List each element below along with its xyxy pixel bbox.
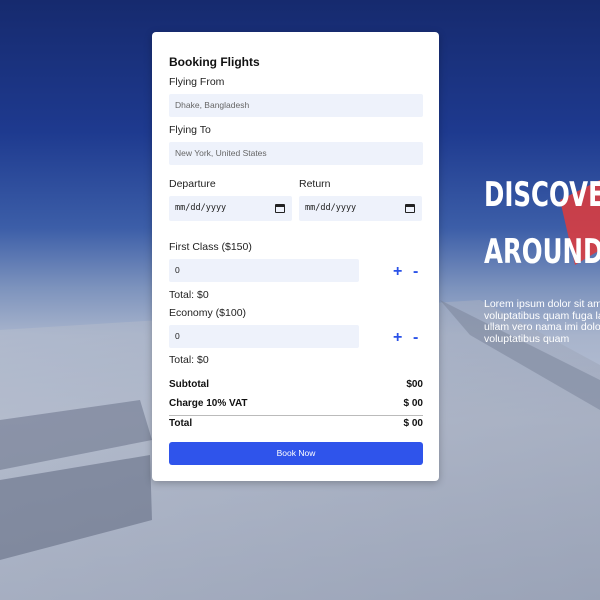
calendar-icon[interactable] xyxy=(405,204,415,213)
departure-label: Departure xyxy=(169,178,216,190)
subtotal-value: $00 xyxy=(406,379,423,390)
departure-date-input[interactable]: mm/dd/yyyy xyxy=(169,196,292,221)
hero-heading-line-1: DISCOVER xyxy=(484,175,600,215)
flying-to-input[interactable]: New York, United States xyxy=(169,142,423,165)
total-row: Total $ 00 xyxy=(169,418,423,429)
booking-card: Booking Flights Flying From Dhake, Bangl… xyxy=(152,32,439,481)
flying-from-label: Flying From xyxy=(169,76,225,88)
subtotal-label: Subtotal xyxy=(169,379,209,390)
hero-text-line: voluptatibus quam xyxy=(484,332,570,345)
first-class-label: First Class ($150) xyxy=(169,241,252,253)
flying-to-label: Flying To xyxy=(169,124,211,136)
flying-from-input[interactable]: Dhake, Bangladesh xyxy=(169,94,423,117)
hero-description: Lorem ipsum dolor sit amet voluptatibus … xyxy=(484,299,600,345)
summary-divider xyxy=(169,415,423,416)
economy-label: Economy ($100) xyxy=(169,307,247,319)
vat-label: Charge 10% VAT xyxy=(169,398,248,409)
return-label: Return xyxy=(299,178,331,190)
return-date-input[interactable]: mm/dd/yyyy xyxy=(299,196,422,221)
hero-heading-line-2: AROUND xyxy=(484,232,600,272)
economy-quantity-input[interactable]: 0 xyxy=(169,325,359,348)
hero-text-line: ullam vero nama imi dolor xyxy=(484,321,600,333)
date-placeholder: mm/dd/yyyy xyxy=(305,203,357,213)
vat-row: Charge 10% VAT $ 00 xyxy=(169,398,423,409)
economy-total: Total: $0 xyxy=(169,354,209,366)
booking-title: Booking Flights xyxy=(169,55,260,69)
total-value: $ 00 xyxy=(403,418,423,429)
subtotal-row: Subtotal $00 xyxy=(169,379,423,390)
first-class-total: Total: $0 xyxy=(169,289,209,301)
vat-value: $ 00 xyxy=(403,398,423,409)
date-placeholder: mm/dd/yyyy xyxy=(175,203,227,213)
calendar-icon[interactable] xyxy=(275,204,285,213)
hero-text-line: Lorem ipsum dolor sit amet xyxy=(484,299,600,310)
economy-minus-button[interactable]: - xyxy=(413,329,418,347)
book-now-button[interactable]: Book Now xyxy=(169,442,423,465)
first-class-minus-button[interactable]: - xyxy=(413,263,418,281)
total-label: Total xyxy=(169,418,193,429)
first-class-quantity-input[interactable]: 0 xyxy=(169,259,359,282)
economy-plus-button[interactable]: + xyxy=(393,329,402,347)
first-class-plus-button[interactable]: + xyxy=(393,263,402,281)
